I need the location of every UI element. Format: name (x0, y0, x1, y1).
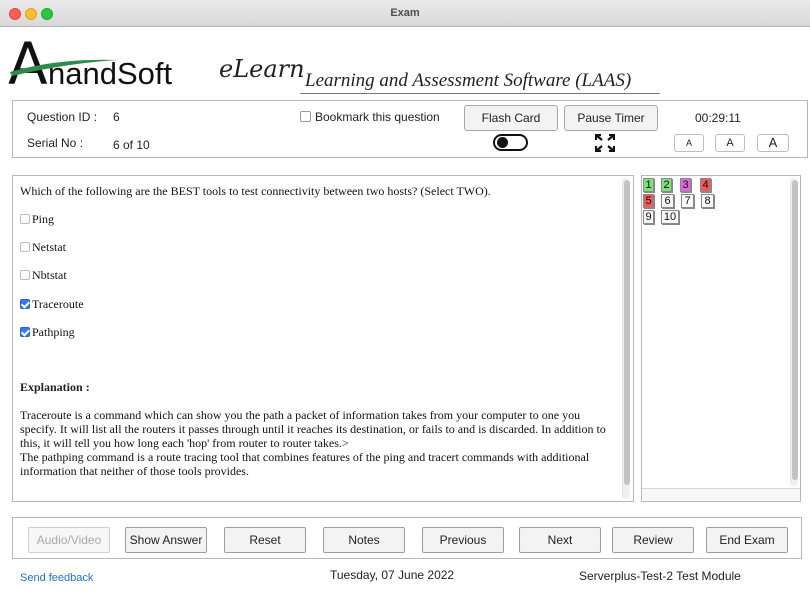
show-answer-button[interactable]: Show Answer (125, 527, 207, 553)
option-checkbox[interactable] (20, 214, 30, 224)
explanation-paragraph: The pathping command is a route tracing … (20, 450, 590, 478)
option-nbtstat[interactable]: Nbtstat (20, 268, 67, 283)
question-nav-item[interactable]: 7 (681, 194, 694, 208)
current-date: Tuesday, 07 June 2022 (330, 568, 455, 582)
flash-card-button[interactable]: Flash Card (464, 105, 558, 131)
navigator-scrollbar-thumb[interactable] (792, 180, 798, 480)
question-navigator-panel: 1 2 3 4 5 6 7 8 9 10 (641, 175, 801, 502)
svg-text:nandSoft: nandSoft (48, 56, 172, 91)
question-scrollbar-thumb[interactable] (624, 180, 630, 485)
option-label: Pathping (32, 325, 75, 339)
question-panel: Which of the following are the BEST tool… (12, 175, 634, 502)
question-id-label: Question ID : (27, 110, 98, 124)
option-ping[interactable]: Ping (20, 212, 54, 227)
fullscreen-expand-icon[interactable] (595, 134, 615, 152)
end-exam-button[interactable]: End Exam (706, 527, 788, 553)
explanation-paragraph: Traceroute is a command which can show y… (20, 408, 606, 450)
question-nav-item[interactable]: 1 (643, 178, 654, 192)
serial-no-label: Serial No : (27, 136, 84, 150)
font-size-large-button[interactable]: A (757, 134, 789, 152)
question-nav-item[interactable]: 9 (643, 210, 654, 224)
window-titlebar: Exam (0, 0, 810, 27)
question-nav-item[interactable]: 6 (661, 194, 674, 208)
font-size-medium-button[interactable]: A (715, 134, 745, 152)
review-button[interactable]: Review (612, 527, 694, 553)
option-checkbox-checked[interactable] (20, 299, 30, 309)
svg-text:A: A (8, 30, 48, 92)
window-title: Exam (390, 7, 420, 19)
option-label: Netstat (32, 240, 66, 254)
serial-no-value: 6 of 10 (113, 138, 150, 152)
option-traceroute[interactable]: Traceroute (20, 297, 84, 312)
anandsoft-logo: A nandSoft (8, 30, 172, 92)
exam-timer: 00:29:11 (695, 111, 741, 125)
question-nav-item[interactable]: 5 (643, 194, 654, 208)
option-label: Nbtstat (32, 268, 67, 282)
option-checkbox-checked[interactable] (20, 327, 30, 337)
question-text: Which of the following are the BEST tool… (20, 184, 491, 198)
option-netstat[interactable]: Netstat (20, 240, 66, 255)
previous-button[interactable]: Previous (422, 527, 504, 553)
pause-timer-button[interactable]: Pause Timer (564, 105, 658, 131)
brand-tagline: Learning and Assessment Software (LAAS) (305, 70, 632, 91)
test-module-name: Serverplus-Test-2 Test Module (579, 569, 741, 583)
question-id-value: 6 (113, 110, 120, 124)
bookmark-label: Bookmark this question (315, 110, 440, 124)
question-scrollbar[interactable] (622, 178, 630, 499)
elearn-label: eLearn (219, 55, 305, 83)
navigator-scrollbar[interactable] (790, 178, 798, 486)
notes-button[interactable]: Notes (323, 527, 405, 553)
question-nav-item[interactable]: 10 (661, 210, 679, 224)
audio-video-button[interactable]: Audio/Video (28, 527, 110, 553)
send-feedback-link[interactable]: Send feedback (20, 572, 93, 584)
option-pathping[interactable]: Pathping (20, 325, 75, 340)
reset-button[interactable]: Reset (224, 527, 306, 553)
navigator-hscrollbar[interactable] (642, 488, 800, 500)
brand-divider (300, 93, 660, 94)
explanation-heading: Explanation : (20, 380, 90, 394)
next-button[interactable]: Next (519, 527, 601, 553)
question-nav-item[interactable]: 4 (700, 178, 711, 192)
option-checkbox[interactable] (20, 242, 30, 252)
question-nav-item[interactable]: 2 (661, 178, 672, 192)
toggle-knob (497, 137, 508, 148)
question-nav-item[interactable]: 8 (701, 194, 714, 208)
question-nav-item[interactable]: 3 (680, 178, 691, 192)
font-size-small-button[interactable]: A (674, 134, 704, 152)
explanation-text: Traceroute is a command which can show y… (20, 408, 615, 478)
option-label: Traceroute (32, 297, 84, 311)
option-checkbox[interactable] (20, 270, 30, 280)
mode-toggle-switch[interactable] (493, 134, 528, 151)
bookmark-checkbox[interactable] (300, 111, 311, 122)
option-label: Ping (32, 212, 55, 226)
